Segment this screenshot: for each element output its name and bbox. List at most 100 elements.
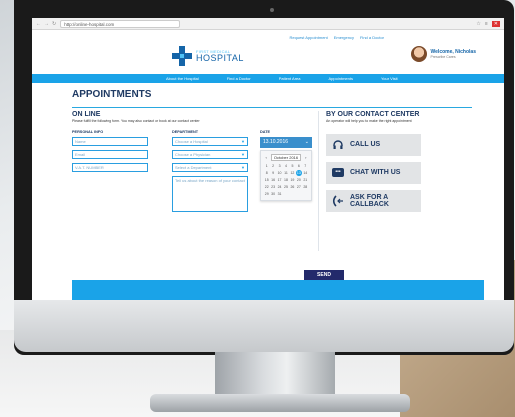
calendar-day[interactable]: 13 bbox=[296, 169, 302, 176]
calendar-day[interactable]: 29 bbox=[264, 191, 269, 197]
main-content: APPOINTMENTS ON LINE Please fulfill the … bbox=[32, 89, 504, 281]
appointment-form: PERSONAL INFO Name Email V.A.T. NUMBER D… bbox=[72, 130, 344, 281]
monitor-stand bbox=[215, 352, 335, 398]
message-textarea[interactable]: Tell us about the reason of your contact bbox=[172, 175, 248, 212]
calendar-day[interactable]: 17 bbox=[277, 177, 282, 183]
calendar-day[interactable]: 14 bbox=[303, 170, 308, 176]
department-label: DEPARTMENT bbox=[172, 129, 199, 134]
nav-appointments[interactable]: Appointments bbox=[315, 74, 367, 83]
chat-label: CHAT WITH US bbox=[350, 169, 401, 177]
contact-note: An operator will help you to make the ri… bbox=[326, 119, 412, 123]
forward-icon[interactable]: → bbox=[44, 21, 49, 27]
chevron-down-icon: ⌄ bbox=[304, 138, 309, 145]
callback-label: ASK FOR A CALLBACK bbox=[350, 193, 389, 208]
date-value: 13.10.2016 bbox=[263, 138, 289, 145]
nav-find-doctor[interactable]: Find a Doctor bbox=[213, 74, 265, 83]
calendar-day[interactable]: 23 bbox=[270, 184, 275, 190]
call-us-button[interactable]: CALL US bbox=[326, 133, 421, 156]
address-bar[interactable]: http://online-hospital.com bbox=[60, 19, 181, 28]
personal-info-label: PERSONAL INFO bbox=[72, 129, 104, 134]
contact-center-section: BY OUR CONTACT CENTER An operator will h… bbox=[326, 111, 476, 212]
next-month-icon[interactable]: › bbox=[305, 155, 306, 160]
nav-about[interactable]: About the Hospital bbox=[152, 74, 213, 83]
browser-nav: ← → ↻ bbox=[36, 21, 56, 27]
date-label: DATE bbox=[260, 129, 271, 134]
hospital-select[interactable]: Choose a Hospital ▼ bbox=[172, 136, 248, 146]
contact-title: BY OUR CONTACT CENTER bbox=[326, 111, 420, 118]
user-subtitle: Prescribe Cares bbox=[430, 54, 456, 59]
calendar-header: ‹ October 2016 › bbox=[264, 153, 308, 161]
calendar-day[interactable]: 11 bbox=[283, 170, 288, 176]
calendar-day[interactable]: 25 bbox=[283, 184, 288, 190]
calendar-day[interactable]: 18 bbox=[283, 177, 288, 183]
monitor-base bbox=[150, 394, 410, 412]
menu-icon[interactable]: ≡ bbox=[485, 21, 488, 27]
user-info: Welcome, Nicholas Prescribe Cares bbox=[431, 49, 476, 59]
callback-button[interactable]: ASK FOR A CALLBACK bbox=[326, 189, 421, 212]
calendar-grid: 1 2 3 4 5 6 7 8 9 10 11 12 13 14 15 16 17 18 19 20 21 22 23 24 2… bbox=[264, 163, 308, 197]
personal-info-column: PERSONAL INFO Name Email V.A.T. NUMBER bbox=[72, 130, 148, 176]
call-us-label: CALL US bbox=[350, 141, 381, 149]
calendar-day[interactable]: 1 bbox=[264, 163, 269, 169]
department-select-value: Select a Department bbox=[175, 164, 212, 170]
calendar-day[interactable]: 20 bbox=[296, 177, 301, 183]
online-section: ON LINE Please fulfill the following for… bbox=[72, 111, 344, 281]
chevron-down-icon: ▼ bbox=[241, 151, 245, 157]
close-icon[interactable]: ✕ bbox=[491, 20, 500, 27]
top-link-request[interactable]: Request Appointment bbox=[290, 35, 328, 40]
avatar bbox=[410, 46, 427, 62]
top-link-find-doctor[interactable]: Find a Doctor bbox=[360, 35, 384, 40]
back-icon[interactable]: ← bbox=[36, 21, 41, 27]
hospital-logo[interactable]: FIRST MEDICAL HOSPITAL bbox=[172, 46, 244, 66]
top-link-emergency[interactable]: Emergency bbox=[334, 35, 354, 40]
cross-logo-icon bbox=[172, 46, 192, 66]
calendar-day[interactable]: 15 bbox=[264, 177, 269, 183]
calendar-day[interactable]: 9 bbox=[270, 170, 275, 176]
calendar-day[interactable]: 3 bbox=[277, 163, 282, 169]
calendar-day[interactable]: 5 bbox=[290, 163, 295, 169]
calendar-day[interactable]: 16 bbox=[270, 177, 275, 183]
calendar-day[interactable]: 12 bbox=[290, 170, 295, 176]
calendar-day[interactable]: 19 bbox=[290, 177, 295, 183]
calendar-day[interactable]: 6 bbox=[296, 163, 301, 169]
calendar-month[interactable]: October 2016 bbox=[270, 153, 302, 161]
title-divider bbox=[72, 107, 472, 108]
monitor-chin bbox=[14, 300, 514, 352]
calendar-day[interactable]: 24 bbox=[277, 184, 282, 190]
calendar-day[interactable]: 2 bbox=[270, 163, 275, 169]
vat-field[interactable]: V.A.T. NUMBER bbox=[72, 162, 148, 172]
calendar-day[interactable]: 4 bbox=[283, 163, 288, 169]
reload-icon[interactable]: ↻ bbox=[52, 21, 56, 27]
calendar-day[interactable]: 8 bbox=[264, 170, 269, 176]
date-column: DATE 13.10.2016 ⌄ ‹ October 2016 › 12345… bbox=[260, 130, 312, 201]
calendar-day[interactable]: 30 bbox=[270, 191, 275, 197]
physician-select[interactable]: Choose a Physician ▼ bbox=[172, 149, 248, 159]
calendar-day[interactable]: 27 bbox=[296, 184, 301, 190]
nav-your-visit[interactable]: Your Visit bbox=[367, 74, 412, 83]
date-picker[interactable]: 13.10.2016 ⌄ bbox=[260, 136, 312, 148]
calendar-day[interactable]: 10 bbox=[277, 170, 282, 176]
calendar-day[interactable]: 28 bbox=[303, 184, 308, 190]
calendar-day[interactable]: 22 bbox=[264, 184, 269, 190]
chat-icon: ••• bbox=[332, 167, 344, 179]
browser-controls: ☆ ≡ ✕ bbox=[476, 20, 500, 27]
send-button[interactable]: SEND bbox=[304, 269, 344, 281]
calendar-day[interactable]: 26 bbox=[290, 184, 295, 190]
calendar-day[interactable]: 7 bbox=[303, 163, 308, 169]
user-profile[interactable]: Welcome, Nicholas Prescribe Cares bbox=[410, 46, 476, 62]
site-header: FIRST MEDICAL HOSPITAL Welcome, Nicholas… bbox=[32, 44, 504, 74]
chat-with-us-button[interactable]: ••• CHAT WITH US bbox=[326, 161, 421, 184]
calendar-day[interactable]: 21 bbox=[303, 177, 308, 183]
main-nav: About the Hospital Find a Doctor Patient… bbox=[32, 74, 504, 83]
name-field[interactable]: Name bbox=[72, 136, 148, 146]
screen: ← → ↻ http://online-hospital.com ☆ ≡ ✕ R… bbox=[32, 18, 504, 300]
prev-month-icon[interactable]: ‹ bbox=[266, 155, 267, 160]
star-icon[interactable]: ☆ bbox=[476, 21, 480, 27]
hospital-select-value: Choose a Hospital bbox=[175, 138, 208, 144]
department-select[interactable]: Select a Department ▼ bbox=[172, 162, 248, 172]
calendar-day[interactable]: 31 bbox=[277, 191, 282, 197]
online-note: Please fulfill the following form. You m… bbox=[72, 119, 200, 123]
department-column: DEPARTMENT Choose a Hospital ▼ Choose a … bbox=[172, 130, 248, 216]
nav-patient-area[interactable]: Patient Area bbox=[265, 74, 315, 83]
email-field[interactable]: Email bbox=[72, 149, 148, 159]
